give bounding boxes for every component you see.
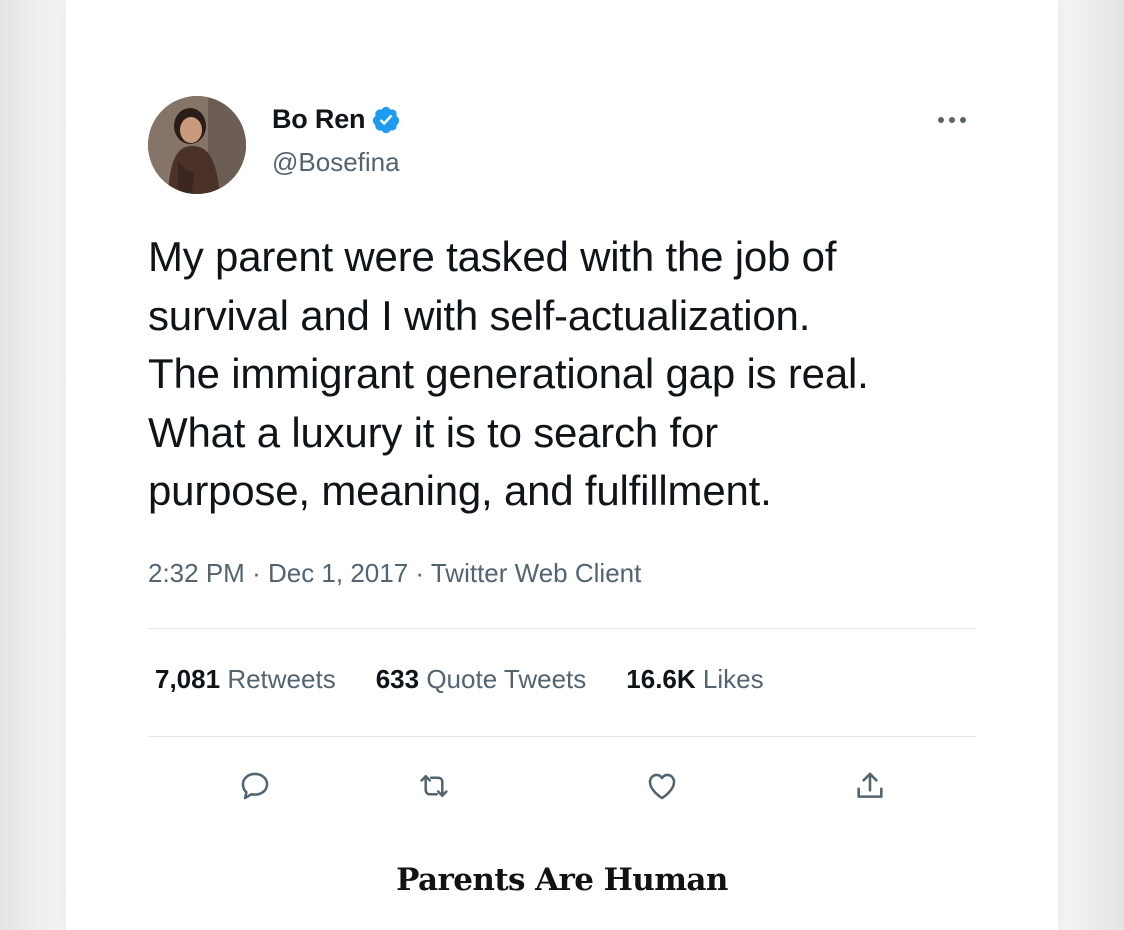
likes-count: 16.6K	[626, 664, 696, 694]
tweet-text: My parent were tasked with the job of su…	[148, 233, 869, 514]
retweets-stat[interactable]: 7,081 Retweets	[155, 664, 336, 695]
like-icon[interactable]	[640, 764, 684, 808]
quote-tweets-stat[interactable]: 633 Quote Tweets	[376, 664, 587, 695]
footer-brand-title: Parents Are Human	[396, 862, 728, 898]
left-shade	[0, 0, 70, 930]
tweet-date[interactable]: Dec 1, 2017	[268, 558, 408, 588]
tweet-client[interactable]: Twitter Web Client	[431, 558, 641, 588]
share-icon[interactable]	[848, 764, 892, 808]
retweet-icon[interactable]	[412, 764, 456, 808]
tweet-time[interactable]: 2:32 PM	[148, 558, 245, 588]
tweet-meta: 2:32 PM · Dec 1, 2017 · Twitter Web Clie…	[148, 558, 641, 589]
author-handle[interactable]: @Bosefina	[272, 147, 400, 178]
quote-tweets-label: Quote Tweets	[426, 664, 587, 694]
avatar[interactable]	[148, 96, 246, 194]
likes-label: Likes	[702, 664, 764, 694]
meta-separator: ·	[252, 558, 261, 588]
right-shade	[1054, 0, 1124, 930]
divider	[148, 736, 976, 737]
retweets-count: 7,081	[155, 664, 221, 694]
divider	[148, 628, 976, 629]
meta-separator: ·	[415, 558, 425, 588]
reply-icon[interactable]	[233, 764, 277, 808]
retweets-label: Retweets	[227, 664, 336, 694]
verified-badge-icon	[371, 105, 401, 135]
likes-stat[interactable]: 16.6K Likes	[626, 664, 763, 695]
author-name-row[interactable]: Bo Ren	[272, 104, 401, 135]
quote-tweets-count: 633	[375, 664, 420, 694]
tweet-stats: 7,081 Retweets 633 Quote Tweets 16.6K Li…	[155, 664, 804, 695]
more-options-icon[interactable]	[930, 106, 974, 134]
author-name[interactable]: Bo Ren	[272, 104, 366, 135]
